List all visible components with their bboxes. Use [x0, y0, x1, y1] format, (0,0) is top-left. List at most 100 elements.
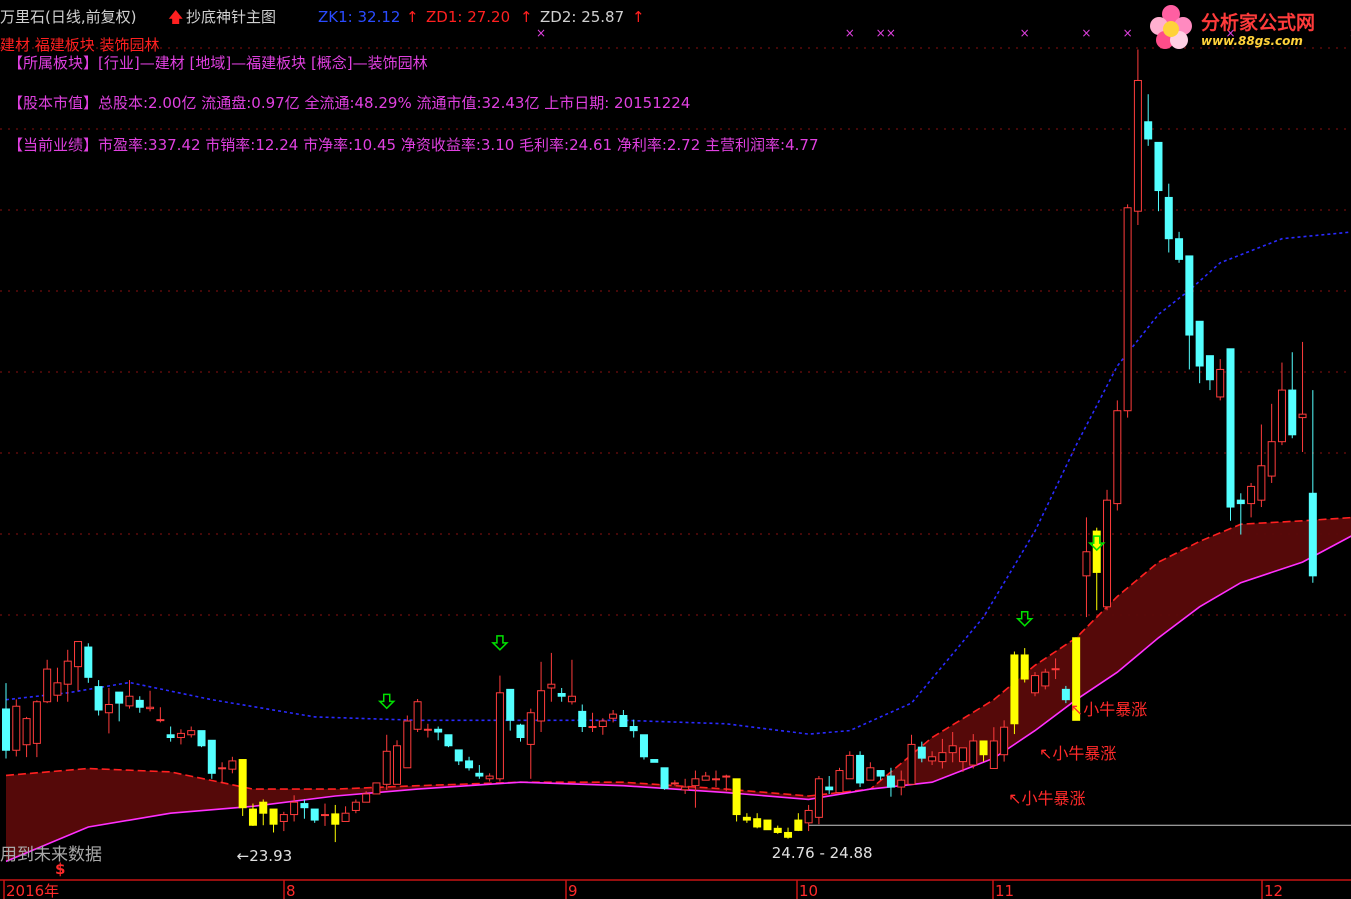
candle: [1031, 672, 1039, 697]
candle-body: [773, 827, 782, 833]
candle-body: [1195, 320, 1204, 367]
candle: [814, 776, 823, 825]
candle: [742, 813, 751, 823]
flower-logo-icon: [1150, 5, 1192, 49]
x-mark: ×: [886, 26, 896, 40]
candle: [94, 680, 103, 716]
candle-body: [825, 786, 834, 791]
candle: [1113, 400, 1122, 511]
candle: [465, 756, 474, 771]
candle: [1175, 231, 1184, 263]
candle: [228, 756, 237, 774]
candle: [434, 726, 443, 741]
candle: [156, 707, 165, 723]
candle: [372, 782, 381, 795]
candle-body: [259, 801, 268, 814]
candle-body: [434, 728, 443, 733]
x-mark: ×: [1020, 26, 1030, 40]
candle-body: [1144, 121, 1153, 140]
candle: [475, 765, 484, 779]
candle-body: [866, 767, 875, 781]
candle: [12, 699, 21, 757]
candle: [1154, 141, 1163, 212]
candle: [804, 804, 813, 832]
candle-body: [382, 750, 391, 785]
candle-body: [43, 668, 52, 703]
candle: [382, 734, 391, 790]
candle-body: [732, 778, 741, 816]
chart-annotation: ↖小牛暴涨: [1008, 789, 1086, 809]
candle-body: [94, 686, 103, 711]
candle: [187, 726, 196, 738]
candle: [197, 730, 206, 748]
candle: [825, 776, 834, 794]
candle: [1164, 183, 1173, 253]
chart-annotation: ↖小牛暴涨: [1039, 744, 1117, 764]
candle-body: [351, 801, 360, 811]
candle-body: [547, 683, 556, 689]
candle: [393, 740, 402, 785]
candle: [320, 803, 329, 826]
candle-body: [784, 831, 793, 838]
candles: [2, 49, 1317, 843]
down-arrow-icon: [377, 693, 396, 710]
candle-body: [989, 740, 998, 769]
candle-body: [763, 819, 772, 831]
candle: [115, 691, 124, 722]
candle-body: [1041, 671, 1050, 687]
candle: [495, 675, 504, 782]
candle: [773, 825, 782, 834]
candle-body: [856, 754, 865, 784]
candle: [526, 708, 535, 779]
candle: [598, 718, 607, 735]
candle-body: [372, 782, 381, 795]
candle: [125, 680, 134, 709]
candle: [32, 700, 41, 758]
candle: [1103, 489, 1112, 611]
candle-body: [1164, 196, 1173, 240]
candle-body: [310, 808, 319, 821]
candle-body: [753, 818, 762, 828]
candle: [63, 649, 72, 702]
candle-body: [1298, 413, 1307, 419]
candle: [784, 827, 793, 839]
candle-body: [681, 786, 690, 791]
arrow-up-icon: 🡅: [168, 8, 184, 26]
candle-body: [691, 778, 700, 787]
candle: [238, 759, 247, 816]
candle: [845, 751, 854, 780]
candle: [84, 643, 93, 683]
candle: [794, 813, 803, 832]
dollar-mark: $: [55, 860, 66, 878]
candle: [1298, 341, 1307, 452]
candle-body: [742, 816, 751, 821]
candle-body: [567, 695, 576, 703]
candle: [537, 661, 546, 733]
candle-body: [814, 778, 823, 818]
candle: [218, 762, 227, 783]
x-mark: ×: [536, 26, 546, 40]
chart-annotation: 24.76 - 24.88: [771, 843, 873, 862]
candle: [907, 734, 916, 785]
indicator-title: 抄底神针主图: [186, 8, 277, 26]
candle: [1195, 320, 1204, 384]
candle-body: [104, 703, 113, 714]
candle: [670, 780, 679, 786]
x-mark: ×: [845, 26, 855, 40]
x-tick-label: 8: [286, 882, 296, 899]
arrow-up-icon: ↑: [406, 8, 419, 26]
candle-body: [32, 701, 41, 744]
candle: [763, 819, 772, 831]
candle: [506, 688, 515, 731]
x-mark: ×: [876, 26, 886, 40]
candle-body: [1061, 688, 1070, 701]
candle-body: [578, 710, 587, 728]
candle-body: [1103, 499, 1112, 608]
candle: [1185, 255, 1194, 370]
candle: [1123, 204, 1132, 418]
candle: [485, 773, 494, 782]
candle-body: [413, 701, 422, 730]
candle: [1020, 648, 1029, 683]
candle-body: [1205, 355, 1214, 381]
candle-body: [279, 814, 288, 822]
